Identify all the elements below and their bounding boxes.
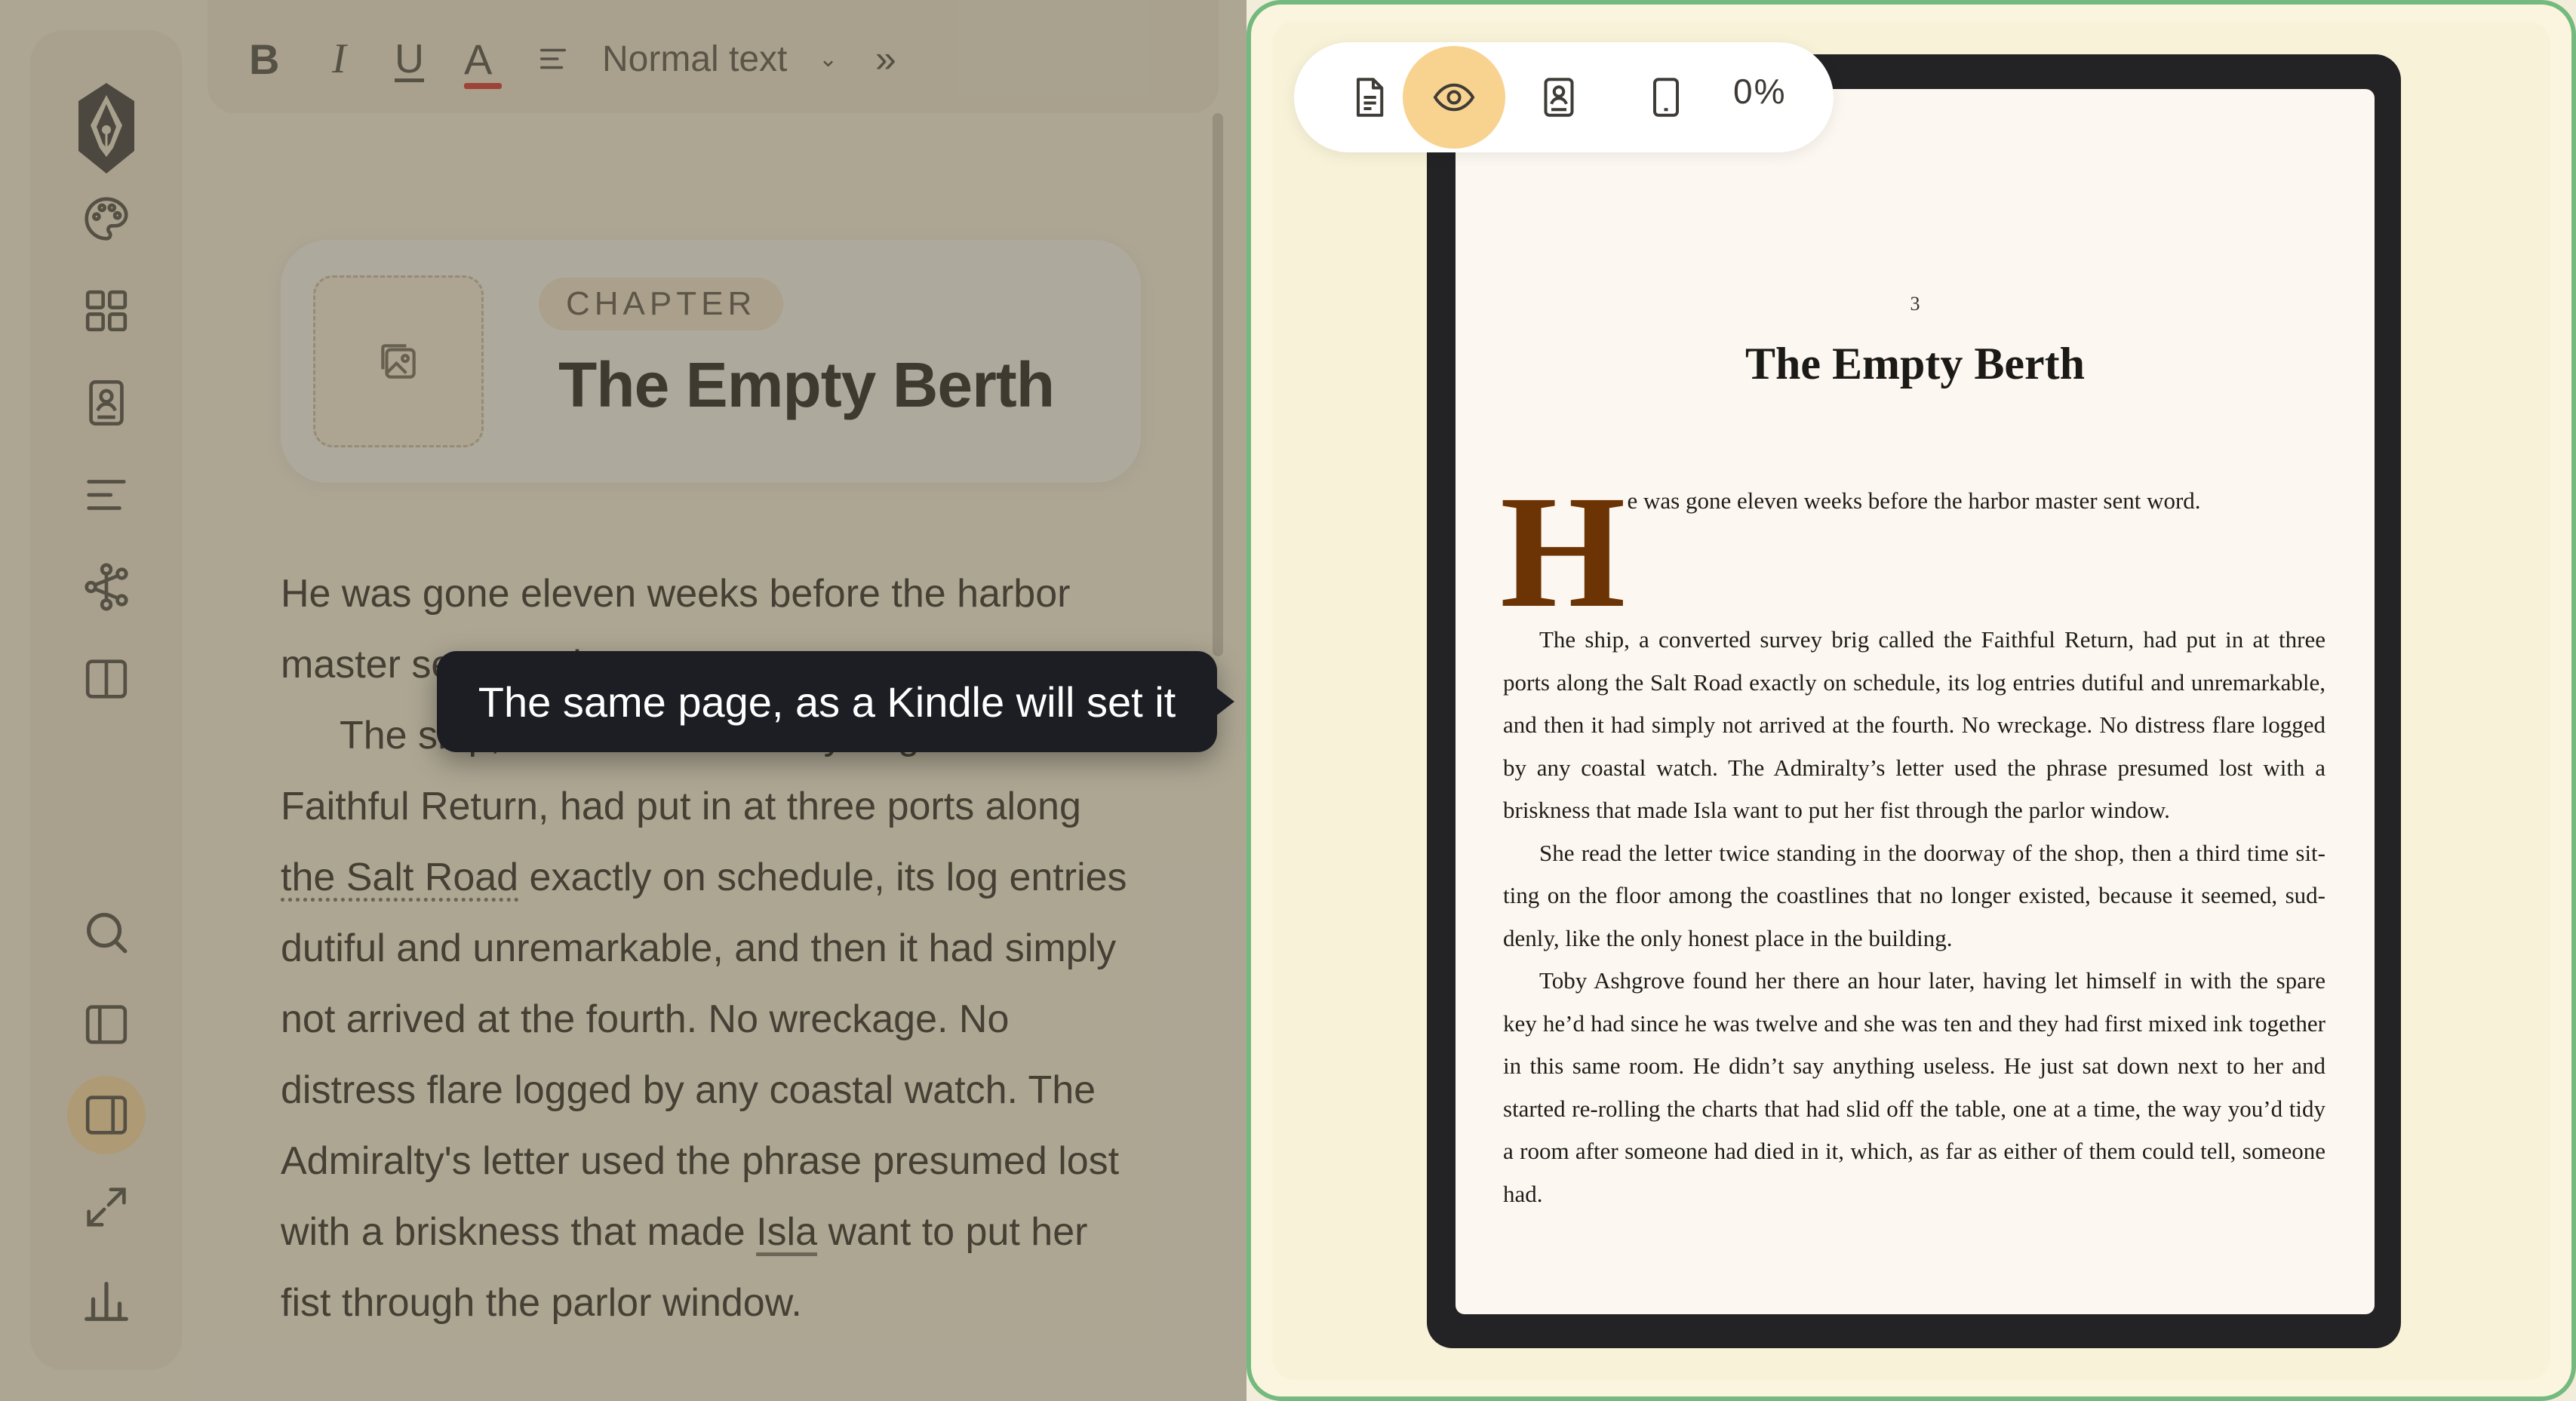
book-paragraph: She read the letter twice standing in th… xyxy=(1503,839,2325,951)
book-paragraph: He was gone eleven weeks before the harb… xyxy=(1500,472,2325,633)
book-view-button[interactable] xyxy=(1508,46,1610,149)
drop-cap: H xyxy=(1500,462,1626,641)
book-body: He was gone eleven weeks before the harb… xyxy=(1500,472,2325,1215)
kindle-screen: 3 The Empty Berth He was gone eleven wee… xyxy=(1456,89,2375,1314)
book-paragraph: The ship, a converted survey brig called… xyxy=(1503,626,2325,823)
device-view-button[interactable] xyxy=(1615,46,1717,149)
book-paragraph: Toby Ashgrove found her there an hour la… xyxy=(1503,967,2325,1207)
eye-icon xyxy=(1433,83,1475,112)
preview-mode-toolbar: 0% xyxy=(1294,42,1834,152)
page-number: 3 xyxy=(1910,293,1920,315)
contact-book-icon xyxy=(1544,78,1574,117)
phone-icon xyxy=(1653,78,1679,117)
tooltip-arrow xyxy=(1215,687,1234,717)
document-icon xyxy=(1357,78,1384,117)
tooltip: The same page, as a Kindle will set it xyxy=(437,651,1217,752)
preview-view-button[interactable] xyxy=(1403,46,1505,149)
book-text-run: e was gone eleven weeks before the harbo… xyxy=(1627,487,2201,514)
book-chapter-title: The Empty Berth xyxy=(1745,339,2085,389)
zoom-level[interactable]: 0% xyxy=(1733,71,1786,112)
